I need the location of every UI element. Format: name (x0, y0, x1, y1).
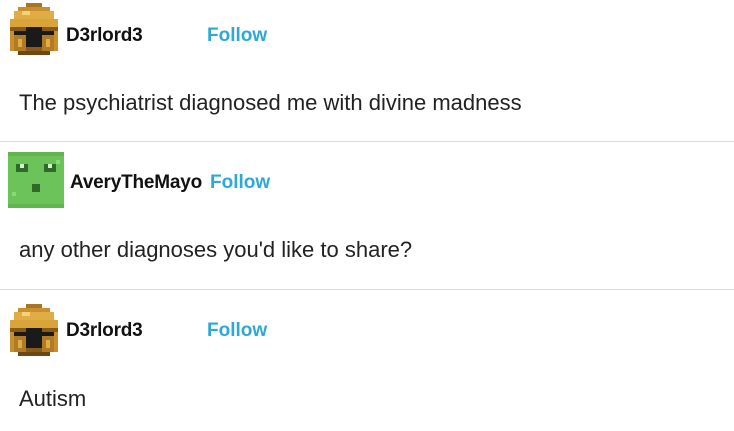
post: AveryTheMayo Follow any other diagnoses … (0, 142, 734, 289)
post: D3rlord3 Follow Autism (0, 290, 734, 431)
follow-button[interactable]: Follow (210, 172, 270, 194)
golden-helmet-avatar-icon[interactable] (6, 3, 62, 59)
post-text: The psychiatrist diagnosed me with divin… (19, 90, 522, 115)
follow-button[interactable]: Follow (207, 25, 267, 47)
post-thread: D3rlord3 Follow The psychiatrist diagnos… (0, 0, 734, 431)
post-text: Autism (19, 386, 87, 411)
golden-helmet-avatar-icon[interactable] (6, 304, 62, 360)
post: D3rlord3 Follow The psychiatrist diagnos… (0, 0, 734, 141)
follow-button[interactable]: Follow (207, 320, 267, 342)
post-text: any other diagnoses you'd like to share? (19, 237, 413, 262)
username[interactable]: D3rlord3 (66, 320, 143, 342)
green-slime-avatar-icon[interactable] (8, 152, 64, 208)
username[interactable]: AveryTheMayo (70, 172, 202, 194)
username[interactable]: D3rlord3 (66, 25, 143, 47)
